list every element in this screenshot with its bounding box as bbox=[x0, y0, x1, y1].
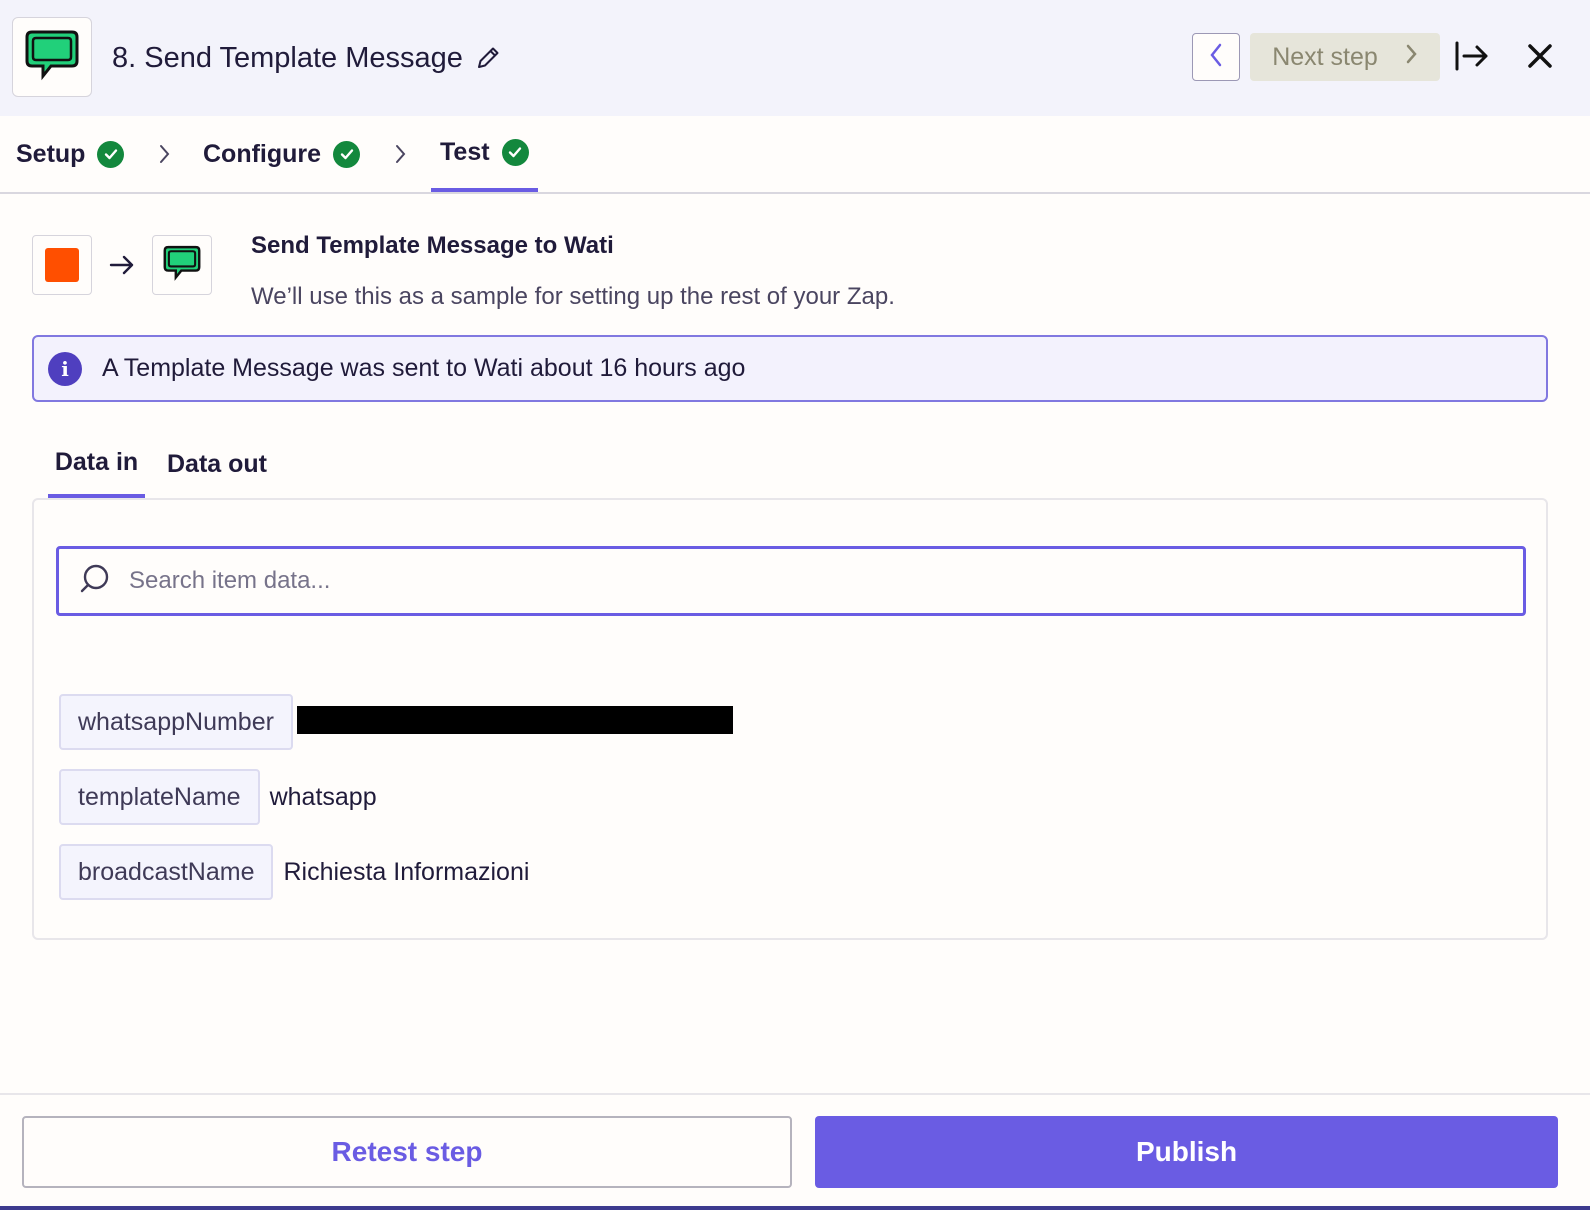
collapse-panel-icon bbox=[1454, 40, 1490, 77]
chevron-right-icon bbox=[1404, 43, 1418, 72]
field-key[interactable]: whatsappNumber bbox=[59, 694, 293, 750]
step-header: 8. Send Template Message Next step bbox=[0, 0, 1590, 116]
tab-setup[interactable]: Setup bbox=[16, 116, 125, 192]
pencil-icon[interactable] bbox=[475, 45, 501, 71]
tab-label: Data in bbox=[54, 447, 139, 476]
search-icon bbox=[77, 562, 111, 601]
action-app-logo bbox=[152, 235, 212, 295]
summary-title: Send Template Message to Wati bbox=[251, 232, 614, 259]
data-row-broadcast-name: broadcastName Richiesta Informazioni bbox=[59, 844, 529, 900]
next-step-button[interactable]: Next step bbox=[1250, 33, 1440, 81]
field-value: whatsapp bbox=[269, 782, 377, 811]
tab-label: Data out bbox=[167, 449, 267, 478]
data-row-whatsapp-number: whatsappNumber bbox=[59, 694, 733, 750]
arrow-right-icon bbox=[107, 250, 137, 280]
data-panel: whatsappNumber templateName whatsapp bro… bbox=[32, 498, 1548, 940]
tab-label: Setup bbox=[16, 139, 86, 168]
footer-actions: Retest step Publish bbox=[0, 1093, 1590, 1210]
step-title-text: 8. Send Template Message bbox=[112, 41, 463, 74]
tab-data-out[interactable]: Data out bbox=[162, 430, 272, 498]
wati-chat-icon bbox=[162, 245, 202, 286]
field-value: Richiesta Informazioni bbox=[283, 857, 530, 886]
info-icon: i bbox=[48, 351, 82, 386]
trigger-app-logo bbox=[32, 235, 92, 295]
trigger-square-icon bbox=[45, 248, 79, 282]
close-button[interactable] bbox=[1518, 36, 1562, 80]
redacted-value bbox=[296, 706, 733, 734]
tab-label: Test bbox=[440, 137, 490, 166]
wati-chat-icon bbox=[23, 29, 81, 86]
search-box[interactable] bbox=[56, 546, 1526, 616]
tab-label: Configure bbox=[203, 139, 322, 168]
collapse-panel-button[interactable] bbox=[1450, 36, 1494, 80]
field-key[interactable]: templateName bbox=[59, 769, 260, 825]
chevron-right-icon bbox=[390, 142, 410, 166]
info-banner-text: A Template Message was sent to Wati abou… bbox=[102, 354, 746, 382]
info-banner: i A Template Message was sent to Wati ab… bbox=[32, 335, 1548, 402]
search-input[interactable] bbox=[129, 567, 1429, 595]
previous-step-button[interactable] bbox=[1192, 33, 1240, 81]
field-key[interactable]: broadcastName bbox=[59, 844, 274, 900]
summary-subtitle: We’ll use this as a sample for setting u… bbox=[251, 283, 895, 310]
window-bottom-edge bbox=[0, 1206, 1590, 1210]
retest-step-button[interactable]: Retest step bbox=[22, 1116, 792, 1188]
step-stepper: Setup Configure Test bbox=[0, 116, 1590, 194]
chevron-left-icon bbox=[1208, 42, 1224, 73]
check-circle-icon bbox=[501, 138, 529, 166]
step-title[interactable]: 8. Send Template Message bbox=[112, 38, 501, 78]
close-icon bbox=[1526, 42, 1554, 75]
check-circle-icon bbox=[97, 140, 125, 168]
data-row-template-name: templateName whatsapp bbox=[59, 769, 377, 825]
tab-data-in[interactable]: Data in bbox=[48, 430, 145, 498]
tab-test[interactable]: Test bbox=[431, 116, 538, 192]
publish-button[interactable]: Publish bbox=[815, 1116, 1558, 1188]
wati-app-logo bbox=[12, 17, 92, 97]
check-circle-icon bbox=[333, 140, 361, 168]
tab-configure[interactable]: Configure bbox=[203, 116, 361, 192]
chevron-right-icon bbox=[154, 142, 174, 166]
next-step-label: Next step bbox=[1272, 42, 1378, 71]
